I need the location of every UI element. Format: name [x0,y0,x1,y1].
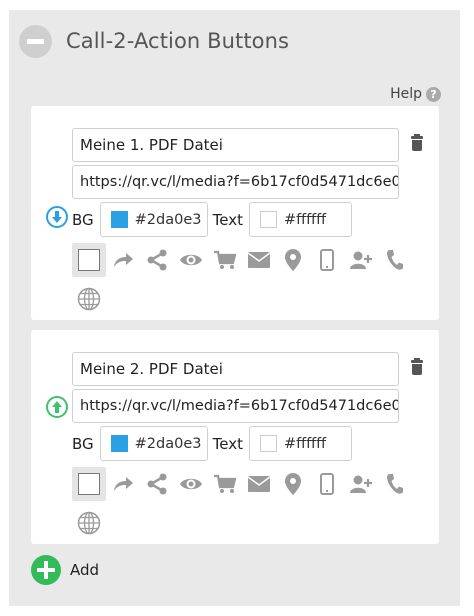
mobile-icon[interactable] [310,243,344,277]
map-marker-icon[interactable] [276,467,310,501]
envelope-icon[interactable] [242,243,276,277]
share-nodes-icon[interactable] [140,467,174,501]
phone-icon[interactable] [378,467,412,501]
bg-label: BG [72,434,94,453]
share-arrow-icon[interactable] [106,243,140,277]
plus-circle-icon[interactable] [31,555,61,585]
empty-square-icon[interactable] [72,243,106,277]
button-name-input[interactable]: Meine 2. PDF Datei [72,352,399,386]
bg-color-swatch [110,435,128,452]
help-label: Help [390,86,422,102]
panel-header: Call-2-Action Buttons [19,24,289,58]
add-user-icon[interactable] [344,467,378,501]
envelope-icon[interactable] [242,467,276,501]
trash-icon[interactable] [411,358,423,375]
globe-icon[interactable] [76,510,102,536]
call-to-action-panel: Call-2-Action Buttons Help ? Meine 1. PD… [9,10,460,606]
minus-circle-icon[interactable] [19,24,52,58]
bg-color-swatch [110,211,128,228]
eye-icon[interactable] [174,243,208,277]
arrow-up-icon[interactable] [46,396,68,418]
text-color-swatch [260,435,277,452]
text-color-picker[interactable]: #ffffff [249,202,352,237]
eye-icon[interactable] [174,467,208,501]
button-name-input[interactable]: Meine 1. PDF Datei [72,128,399,162]
arrow-down-icon[interactable] [46,206,68,228]
text-label: Text [212,434,243,453]
button-card-2: Meine 2. PDF Datei https://qr.vc/l/media… [31,330,439,544]
icon-chooser [72,242,412,278]
question-circle-icon[interactable]: ? [426,86,441,102]
bg-color-picker[interactable]: #2da0e3 [99,202,208,237]
text-color-value: #ffffff [284,211,327,228]
button-url-input[interactable]: https://qr.vc/l/media?f=6b17cf0d5471dc6e… [72,165,399,199]
button-card-1: Meine 1. PDF Datei https://qr.vc/l/media… [31,106,439,320]
mobile-icon[interactable] [310,467,344,501]
add-button[interactable]: Add [31,555,99,585]
map-marker-icon[interactable] [276,243,310,277]
cart-icon[interactable] [208,243,242,277]
text-label: Text [212,210,243,229]
add-label: Add [70,561,100,579]
add-user-icon[interactable] [344,243,378,277]
empty-square-icon[interactable] [72,467,106,501]
icon-chooser [72,466,412,502]
panel-title: Call-2-Action Buttons [66,29,290,53]
phone-icon[interactable] [378,243,412,277]
bg-color-value: #2da0e3 [134,211,202,228]
share-nodes-icon[interactable] [140,243,174,277]
text-color-swatch [260,211,277,228]
text-color-picker[interactable]: #ffffff [249,426,352,461]
color-row: BG #2da0e3 Text #ffffff [72,202,352,237]
bg-color-value: #2da0e3 [134,435,202,452]
help-link[interactable]: Help ? [390,86,441,102]
text-color-value: #ffffff [284,435,327,452]
bg-color-picker[interactable]: #2da0e3 [99,426,208,461]
color-row: BG #2da0e3 Text #ffffff [72,426,352,461]
button-url-input[interactable]: https://qr.vc/l/media?f=6b17cf0d5471dc6e… [72,389,399,423]
cart-icon[interactable] [208,467,242,501]
globe-icon[interactable] [76,286,102,312]
trash-icon[interactable] [411,134,423,151]
bg-label: BG [72,210,94,229]
share-arrow-icon[interactable] [106,467,140,501]
